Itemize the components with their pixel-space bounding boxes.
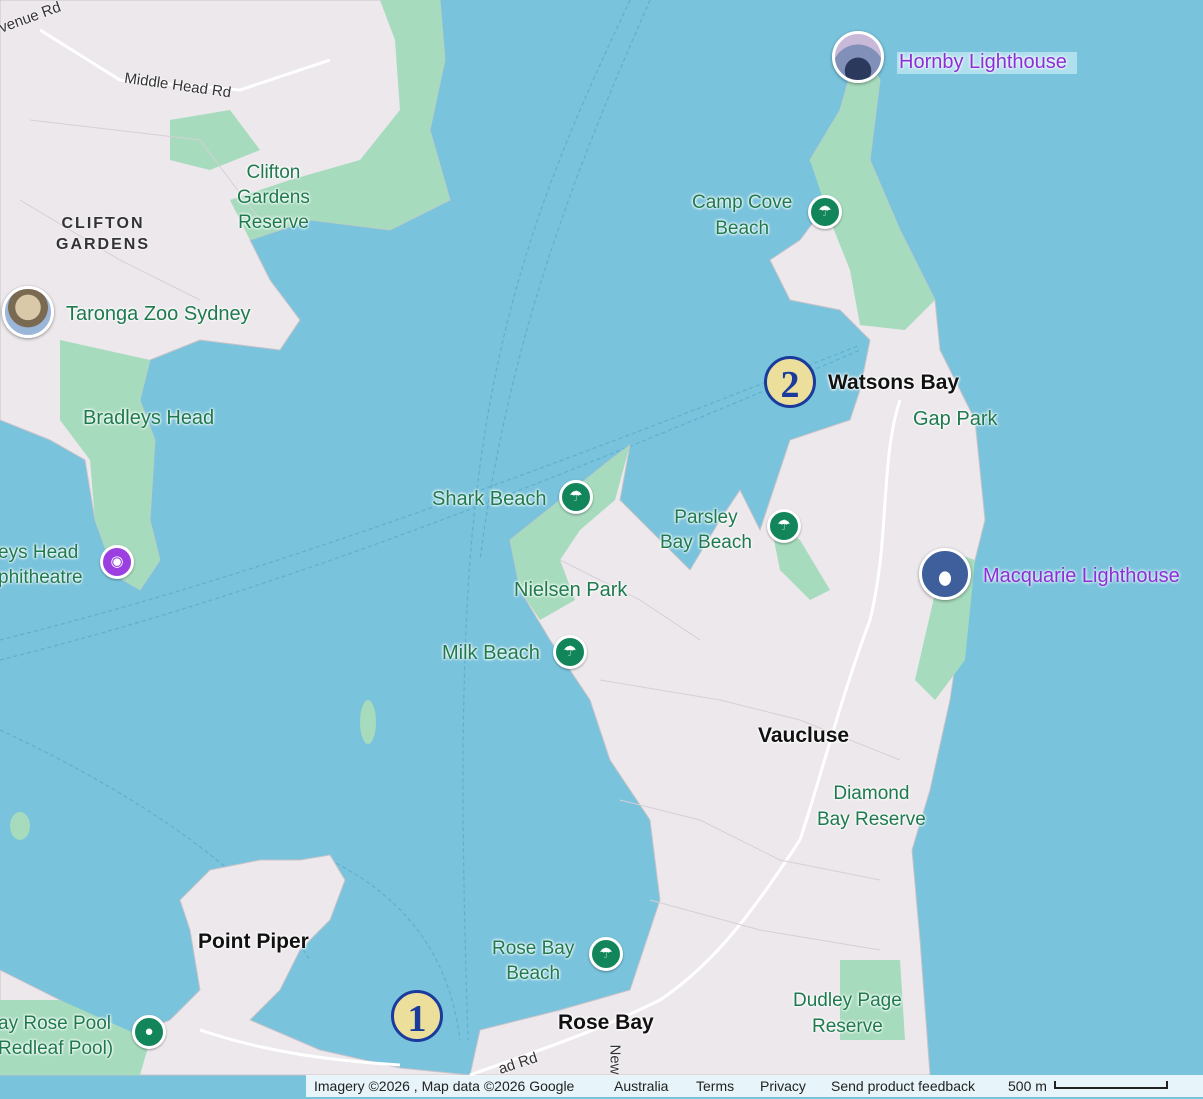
place-label-shark-beach[interactable]: Shark Beach (432, 489, 547, 509)
map-canvas[interactable]: venue Rd Middle Head Rd ad Rd New Clifto… (0, 0, 1203, 1099)
place-label-clifton-gardens-reserve[interactable]: Clifton Gardens Reserve (237, 160, 310, 235)
umbrella-icon[interactable]: ☂ (767, 509, 801, 543)
place-label-milk-beach[interactable]: Milk Beach (442, 643, 540, 663)
privacy-link[interactable]: Privacy (760, 1078, 806, 1094)
place-label-dudley-page-reserve[interactable]: Dudley Page Reserve (793, 988, 902, 1040)
place-label-parsley-bay-beach[interactable]: Parsley Bay Beach (660, 505, 752, 555)
terms-link[interactable]: Terms (696, 1078, 734, 1094)
macquarie-lighthouse-photo-icon[interactable] (919, 548, 971, 600)
circle-icon[interactable]: ● (132, 1015, 166, 1049)
place-label-point-piper[interactable]: Point Piper (198, 931, 309, 952)
area-label-clifton-gardens: CLIFTON GARDENS (56, 215, 151, 253)
island (10, 812, 30, 840)
road-label-new: New (606, 1044, 624, 1075)
umbrella-icon[interactable]: ☂ (589, 937, 623, 971)
place-label-nielsen-park[interactable]: Nielsen Park (514, 580, 627, 600)
map-footer: Imagery ©2026 , Map data ©2026 Google Au… (306, 1075, 1203, 1097)
place-label-watsons-bay[interactable]: Watsons Bay (828, 372, 959, 393)
place-label-macquarie-lighthouse[interactable]: Macquarie Lighthouse (983, 566, 1180, 586)
place-label-rose-bay-beach[interactable]: Rose Bay Beach (492, 936, 574, 986)
taronga-zoo-photo-icon[interactable] (2, 286, 54, 338)
place-label-diamond-bay-reserve[interactable]: Diamond Bay Reserve (817, 781, 926, 833)
place-label-taronga-zoo[interactable]: Taronga Zoo Sydney (66, 304, 251, 324)
place-label-hornby-lighthouse[interactable]: Hornby Lighthouse (897, 52, 1077, 74)
region-link[interactable]: Australia (614, 1078, 668, 1094)
island (360, 700, 376, 744)
scale-label[interactable]: 500 m (1008, 1078, 1047, 1094)
map-marker-1[interactable]: 1 (391, 990, 443, 1042)
umbrella-icon[interactable]: ☂ (808, 195, 842, 229)
umbrella-icon[interactable]: ☂ (559, 480, 593, 514)
send-feedback-link[interactable]: Send product feedback (831, 1078, 975, 1094)
place-label-rose-bay-pool[interactable]: ay Rose Pool Redleaf Pool) (0, 1011, 113, 1061)
animal-icon[interactable]: ◉ (100, 545, 134, 579)
umbrella-icon[interactable]: ☂ (553, 635, 587, 669)
imagery-attribution: Imagery ©2026 , Map data ©2026 Google (314, 1078, 575, 1094)
place-label-rose-bay[interactable]: Rose Bay (558, 1012, 654, 1033)
place-label-bradleys-head[interactable]: Bradleys Head (83, 408, 214, 428)
map-base-layer (0, 0, 986, 1077)
hornby-lighthouse-photo-icon[interactable] (832, 31, 884, 83)
map-marker-2[interactable]: 2 (764, 356, 816, 408)
place-label-vaucluse[interactable]: Vaucluse (758, 725, 849, 746)
scale-bar[interactable] (1054, 1081, 1168, 1089)
place-label-camp-cove-beach[interactable]: Camp Cove Beach (692, 190, 792, 242)
place-label-bradleys-amphitheatre[interactable]: eys Head phitheatre (0, 540, 83, 590)
place-label-gap-park[interactable]: Gap Park (913, 409, 997, 429)
